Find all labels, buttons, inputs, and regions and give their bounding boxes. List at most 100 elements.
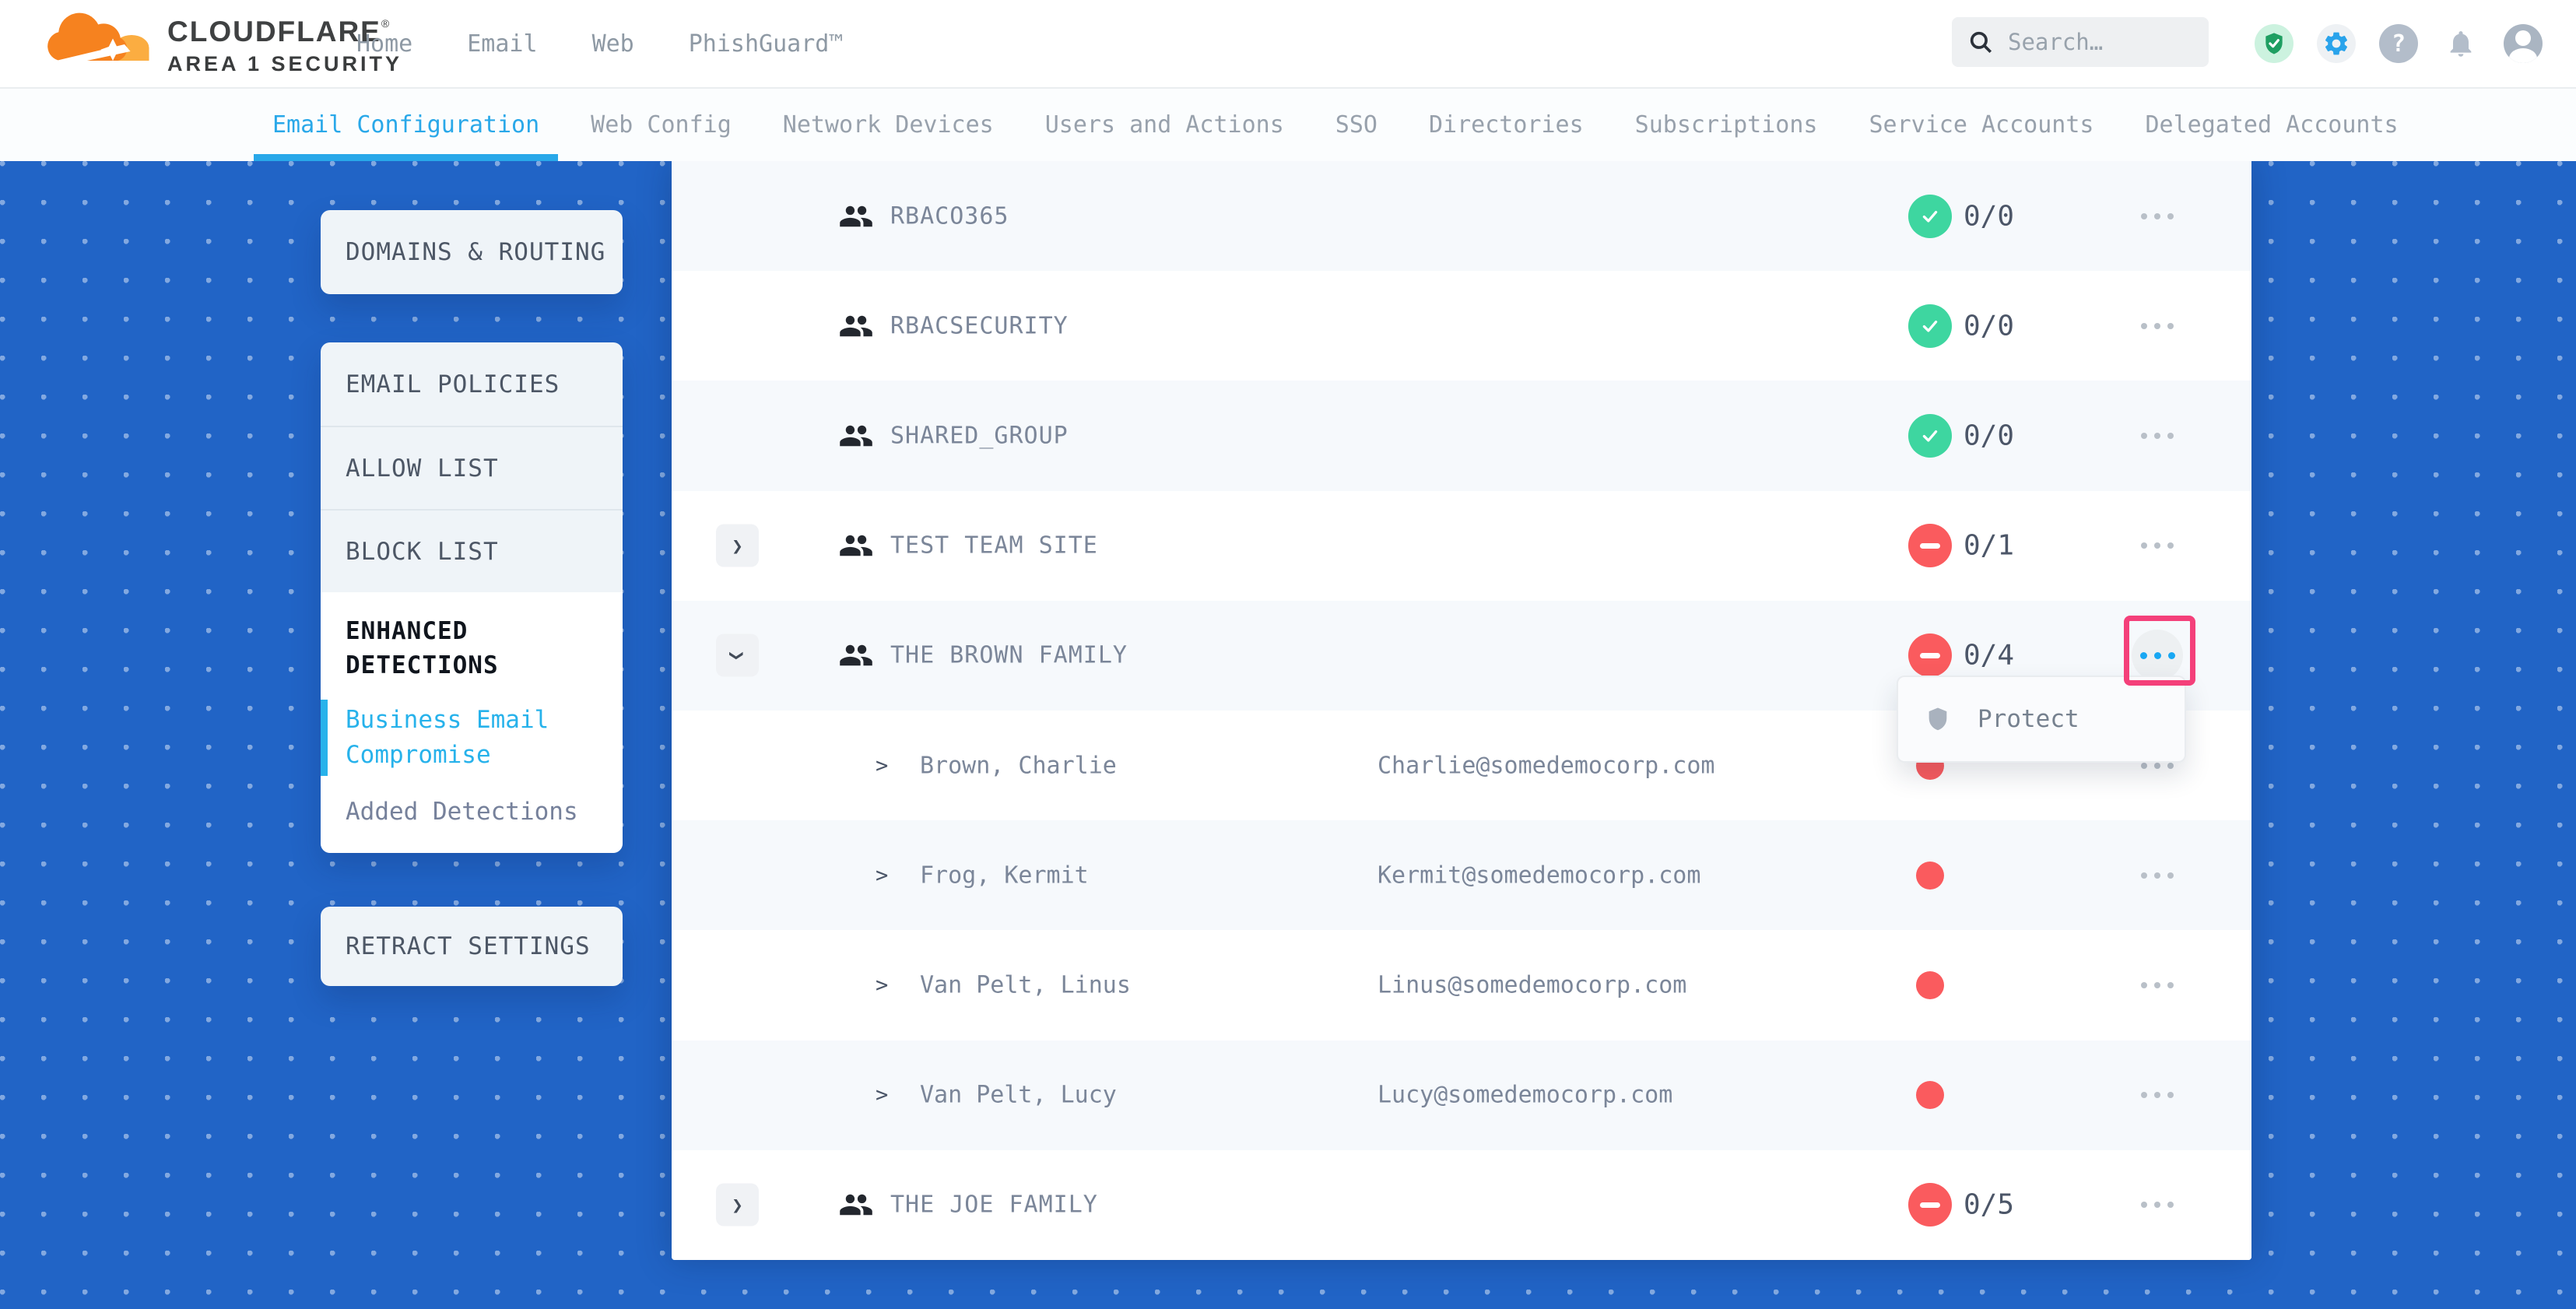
notifications-bell-icon[interactable] [2441,24,2480,63]
table-row-group: ❯ TEST TEAM SITE 0/1 [672,491,2251,601]
search-input[interactable] [2006,28,2193,56]
tab-service-accounts[interactable]: Service Accounts [1869,89,2093,161]
security-status-icon[interactable] [2255,24,2293,63]
member-name[interactable]: Van Pelt, Linus [920,971,1131,998]
search-icon [1967,29,1994,55]
chevron-down-icon: ❯ [726,650,748,661]
status-ok-badge [1908,414,1952,458]
group-people-icon [838,423,874,449]
group-people-icon [838,532,874,559]
sidebar-link-business-email-compromise[interactable]: Business Email Compromise [346,703,598,773]
expand-group-button[interactable]: ❯ [716,525,759,567]
tab-network-devices[interactable]: Network Devices [783,89,994,161]
row-actions-menu-button[interactable] [2132,1179,2183,1230]
row-actions-menu-button[interactable] [2132,410,2183,461]
status-blocked-badge [1908,1183,1952,1227]
search-box[interactable] [1952,17,2209,67]
collapse-group-button[interactable]: ❯ [716,634,759,677]
help-icon[interactable]: ? [2379,24,2418,63]
sidebar-item-email-policies[interactable]: EMAIL POLICIES [321,342,623,426]
protection-count: 0/1 [1964,530,2014,562]
group-name[interactable]: RBACSECURITY [890,312,1069,339]
cloudflare-logo: CLOUDFLARE® AREA 1 SECURITY [43,6,402,76]
sidebar-policies-card: EMAIL POLICIES ALLOW LIST BLOCK LIST ENH… [321,342,623,853]
page: CLOUDFLARE® AREA 1 SECURITY Home Email W… [0,0,2576,1309]
member-email: Charlie@somedemocorp.com [1377,752,1714,779]
status-ok-badge [1908,304,1952,348]
domains-routing-label: DOMAINS & ROUTING [346,238,605,266]
row-actions-menu-button[interactable] [2132,300,2183,352]
member-arrow-icon[interactable]: > [876,753,888,777]
row-actions-menu-button[interactable] [2132,850,2183,901]
sidebar-item-block-list[interactable]: BLOCK LIST [321,509,623,592]
shield-icon [1925,704,1951,735]
nav-home[interactable]: Home [356,30,412,58]
tab-directories[interactable]: Directories [1429,89,1584,161]
sidebar-section-enhanced-detections: ENHANCED DETECTIONS Business Email Compr… [321,592,623,853]
status-red-dot [1916,971,1944,999]
tab-subscriptions[interactable]: Subscriptions [1635,89,1818,161]
protection-count: 0/5 [1964,1189,2014,1221]
nav-phishguard[interactable]: PhishGuard™ [689,30,844,58]
status-red-dot [1916,862,1944,890]
table-row-group: RBACSECURITY 0/0 [672,271,2251,381]
row-actions-menu-button-active[interactable] [2132,630,2183,681]
settings-gear-icon[interactable] [2317,24,2356,63]
status-ok-badge [1908,195,1952,238]
group-name[interactable]: TEST TEAM SITE [890,532,1098,560]
member-arrow-icon[interactable]: > [876,973,888,997]
sidebar-item-retract-settings[interactable]: RETRACT SETTINGS [321,907,623,986]
minus-icon [1920,1202,1940,1208]
header-icons: ? [2255,24,2543,63]
tab-delegated-accounts[interactable]: Delegated Accounts [2145,89,2398,161]
avatar-body [2509,48,2537,63]
chevron-right-icon: ❯ [732,535,742,556]
tab-email-configuration[interactable]: Email Configuration [272,89,539,161]
context-menu-item-protect[interactable]: Protect [1978,705,2079,733]
cloudflare-cloud-icon [43,6,160,73]
row-actions-menu-button[interactable] [2132,1069,2183,1121]
tab-sso[interactable]: SSO [1335,89,1377,161]
table-row-group: RBACO365 0/0 [672,161,2251,271]
member-email: Lucy@somedemocorp.com [1377,1082,1672,1109]
chevron-right-icon: ❯ [732,1194,742,1216]
status-blocked-badge [1908,524,1952,567]
table-row-group: ❯ THE JOE FAMILY 0/5 [672,1150,2251,1260]
group-name[interactable]: RBACO365 [890,202,1009,230]
email-policies-label: EMAIL POLICIES [346,370,560,398]
context-menu: Protect [1897,676,2186,763]
enhanced-detections-title[interactable]: ENHANCED DETECTIONS [346,614,598,683]
expand-group-button[interactable]: ❯ [716,1184,759,1227]
member-name[interactable]: Frog, Kermit [920,862,1089,889]
sidebar-item-allow-list[interactable]: ALLOW LIST [321,426,623,509]
protection-count: 0/4 [1964,640,2014,672]
member-arrow-icon[interactable]: > [876,1083,888,1107]
nav-email[interactable]: Email [467,30,537,58]
nav-web[interactable]: Web [592,30,634,58]
group-name[interactable]: THE JOE FAMILY [890,1191,1098,1219]
member-name[interactable]: Brown, Charlie [920,752,1117,779]
sidebar-link-added-detections[interactable]: Added Detections [346,795,598,830]
status-blocked-badge [1908,633,1952,677]
brand-name: CLOUDFLARE [167,16,381,47]
tab-web-config[interactable]: Web Config [591,89,732,161]
row-actions-menu-button[interactable] [2132,191,2183,242]
group-name[interactable]: THE BROWN FAMILY [890,642,1128,669]
primary-nav: Home Email Web PhishGuard™ [356,0,843,87]
group-people-icon [838,203,874,230]
group-name[interactable]: SHARED_GROUP [890,422,1069,449]
table-row-member: > Van Pelt, Lucy Lucy@somedemocorp.com [672,1041,2251,1150]
row-actions-menu-button[interactable] [2132,520,2183,571]
member-arrow-icon[interactable]: > [876,863,888,887]
top-header: CLOUDFLARE® AREA 1 SECURITY Home Email W… [0,0,2576,89]
table-row-member: > Van Pelt, Linus Linus@somedemocorp.com [672,930,2251,1040]
tab-users-and-actions[interactable]: Users and Actions [1045,89,1284,161]
row-actions-menu-button[interactable] [2132,960,2183,1011]
protection-count: 0/0 [1964,310,2014,342]
user-avatar-icon[interactable] [2504,24,2543,63]
table-row-member: > Frog, Kermit Kermit@somedemocorp.com [672,820,2251,930]
member-name[interactable]: Van Pelt, Lucy [920,1082,1117,1109]
protection-count: 0/0 [1964,419,2014,451]
sidebar-item-domains-routing[interactable]: DOMAINS & ROUTING [321,210,623,294]
secondary-tab-bar: Email Configuration Web Config Network D… [0,89,2576,161]
